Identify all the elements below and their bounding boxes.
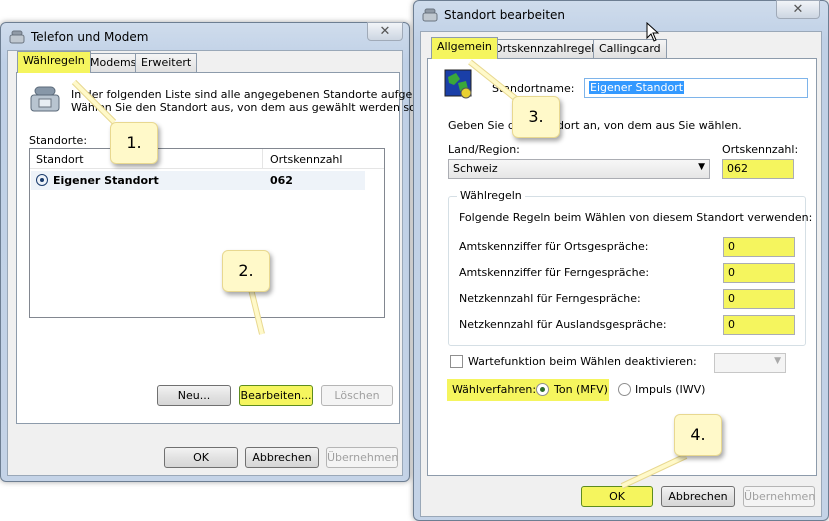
list-header: Standort Ortskennzahl xyxy=(30,149,384,169)
description-line2: Wählen Sie den Standort aus, von dem aus… xyxy=(71,101,426,114)
rule-carrier-intl-field[interactable]: 0 xyxy=(723,315,795,335)
header-standort[interactable]: Standort xyxy=(36,153,84,166)
left-window-title: Telefon und Modem xyxy=(31,30,149,44)
right-tabpage: Standortname: Eigener Standort Geben Sie… xyxy=(427,58,817,476)
area-code-label: Ortskennzahl: xyxy=(722,143,799,156)
locations-label: Standorte: xyxy=(29,134,88,147)
table-row[interactable]: Eigener Standort 062 xyxy=(31,171,365,190)
callout-2: 2. xyxy=(222,250,270,292)
edit-button[interactable]: Bearbeiten... xyxy=(239,385,313,406)
location-name: Eigener Standort xyxy=(53,174,159,187)
chevron-down-icon: ▼ xyxy=(774,356,781,366)
telefon-modem-window: Telefon und Modem ✕ Wählregeln Modems Er… xyxy=(0,22,443,482)
rule-long-distance-field[interactable]: 0 xyxy=(723,263,795,283)
pulse-radio[interactable] xyxy=(618,383,631,396)
rule-local-field[interactable]: 0 xyxy=(723,237,795,257)
right-window-title: Standort bearbeiten xyxy=(444,8,566,22)
left-body: Wählregeln Modems Erweitert In der folge… xyxy=(7,50,443,476)
dial-rules-legend: Wählregeln xyxy=(457,189,525,202)
rule-carrier-long-field[interactable]: 0 xyxy=(723,289,795,309)
mouse-cursor-icon xyxy=(646,22,660,42)
tone-label: Ton (MFV) xyxy=(554,383,608,396)
right-cancel-button[interactable]: Abbrechen xyxy=(661,486,735,507)
chevron-down-icon: ▼ xyxy=(698,162,705,172)
callout-3: 3. xyxy=(512,96,560,138)
standort-bearbeiten-window: Standort bearbeiten ✕ Allgemein Ortskenn… xyxy=(413,0,829,521)
right-ok-button[interactable]: OK xyxy=(581,486,653,507)
tab-ortskennzahlregeln[interactable]: Ortskennzahlregeln xyxy=(488,39,608,58)
right-apply-button[interactable]: Übernehmen xyxy=(743,486,815,507)
dial-method-label: Wählverfahren: xyxy=(452,383,537,396)
right-titlebar[interactable]: Standort bearbeiten ✕ xyxy=(414,0,828,29)
callout-4: 4. xyxy=(674,414,722,456)
close-button[interactable]: ✕ xyxy=(367,22,403,41)
tab-waehlregeln[interactable]: Wählregeln xyxy=(17,51,91,73)
left-titlebar[interactable]: Telefon und Modem ✕ xyxy=(1,22,409,51)
callout-1: 1. xyxy=(110,122,158,164)
call-waiting-select[interactable]: ▼ xyxy=(714,353,786,373)
description-line1: In der folgenden Liste sind alle angegeb… xyxy=(71,88,443,101)
call-waiting-checkbox[interactable] xyxy=(450,355,463,368)
locations-list[interactable]: Standort Ortskennzahl Eigener Standort 0… xyxy=(29,148,385,318)
dial-rules-desc: Folgende Regeln beim Wählen von diesem S… xyxy=(459,211,813,224)
delete-button[interactable]: Löschen xyxy=(321,385,393,406)
location-map-icon xyxy=(444,69,472,99)
hint-text: Geben Sie den Standort an, von dem aus S… xyxy=(448,119,742,132)
tab-erweitert[interactable]: Erweitert xyxy=(135,53,198,72)
left-ok-button[interactable]: OK xyxy=(164,447,238,468)
rule-label: Amtskennziffer für Ortsgespräche: xyxy=(459,240,649,253)
close-button[interactable]: ✕ xyxy=(776,0,820,19)
left-cancel-button[interactable]: Abbrechen xyxy=(245,447,319,468)
rule-label: Netzkennzahl für Ferngespräche: xyxy=(459,292,641,305)
phone-icon xyxy=(30,86,60,112)
phone-modem-icon xyxy=(422,8,438,22)
rule-label: Amtskennziffer für Ferngespräche: xyxy=(459,266,650,279)
new-button[interactable]: Neu... xyxy=(157,385,231,406)
tone-radio[interactable] xyxy=(536,383,549,396)
location-code: 062 xyxy=(270,174,293,187)
country-label: Land/Region: xyxy=(448,143,520,156)
pulse-label: Impuls (IWV) xyxy=(635,383,706,396)
right-body: Allgemein Ortskennzahlregeln Callingcard… xyxy=(420,31,822,517)
left-apply-button[interactable]: Übernehmen xyxy=(326,447,398,468)
location-name-label: Standortname: xyxy=(492,82,575,95)
tab-allgemein[interactable]: Allgemein xyxy=(431,37,498,59)
phone-modem-icon xyxy=(9,30,25,44)
tab-modems[interactable]: Modems xyxy=(84,53,143,72)
dial-rules-group: Wählregeln Folgende Regeln beim Wählen v… xyxy=(448,189,812,346)
rule-label: Netzkennzahl für Auslandsgespräche: xyxy=(459,318,667,331)
header-ortskennzahl[interactable]: Ortskennzahl xyxy=(270,153,342,166)
location-name-field[interactable]: Eigener Standort xyxy=(584,78,808,98)
country-select[interactable]: Schweiz ▼ xyxy=(448,159,710,179)
default-location-icon xyxy=(36,174,48,186)
area-code-field[interactable]: 062 xyxy=(722,159,794,179)
left-tabpage: In der folgenden Liste sind alle angegeb… xyxy=(16,72,443,424)
call-waiting-label: Wartefunktion beim Wählen deaktivieren: xyxy=(468,355,697,368)
